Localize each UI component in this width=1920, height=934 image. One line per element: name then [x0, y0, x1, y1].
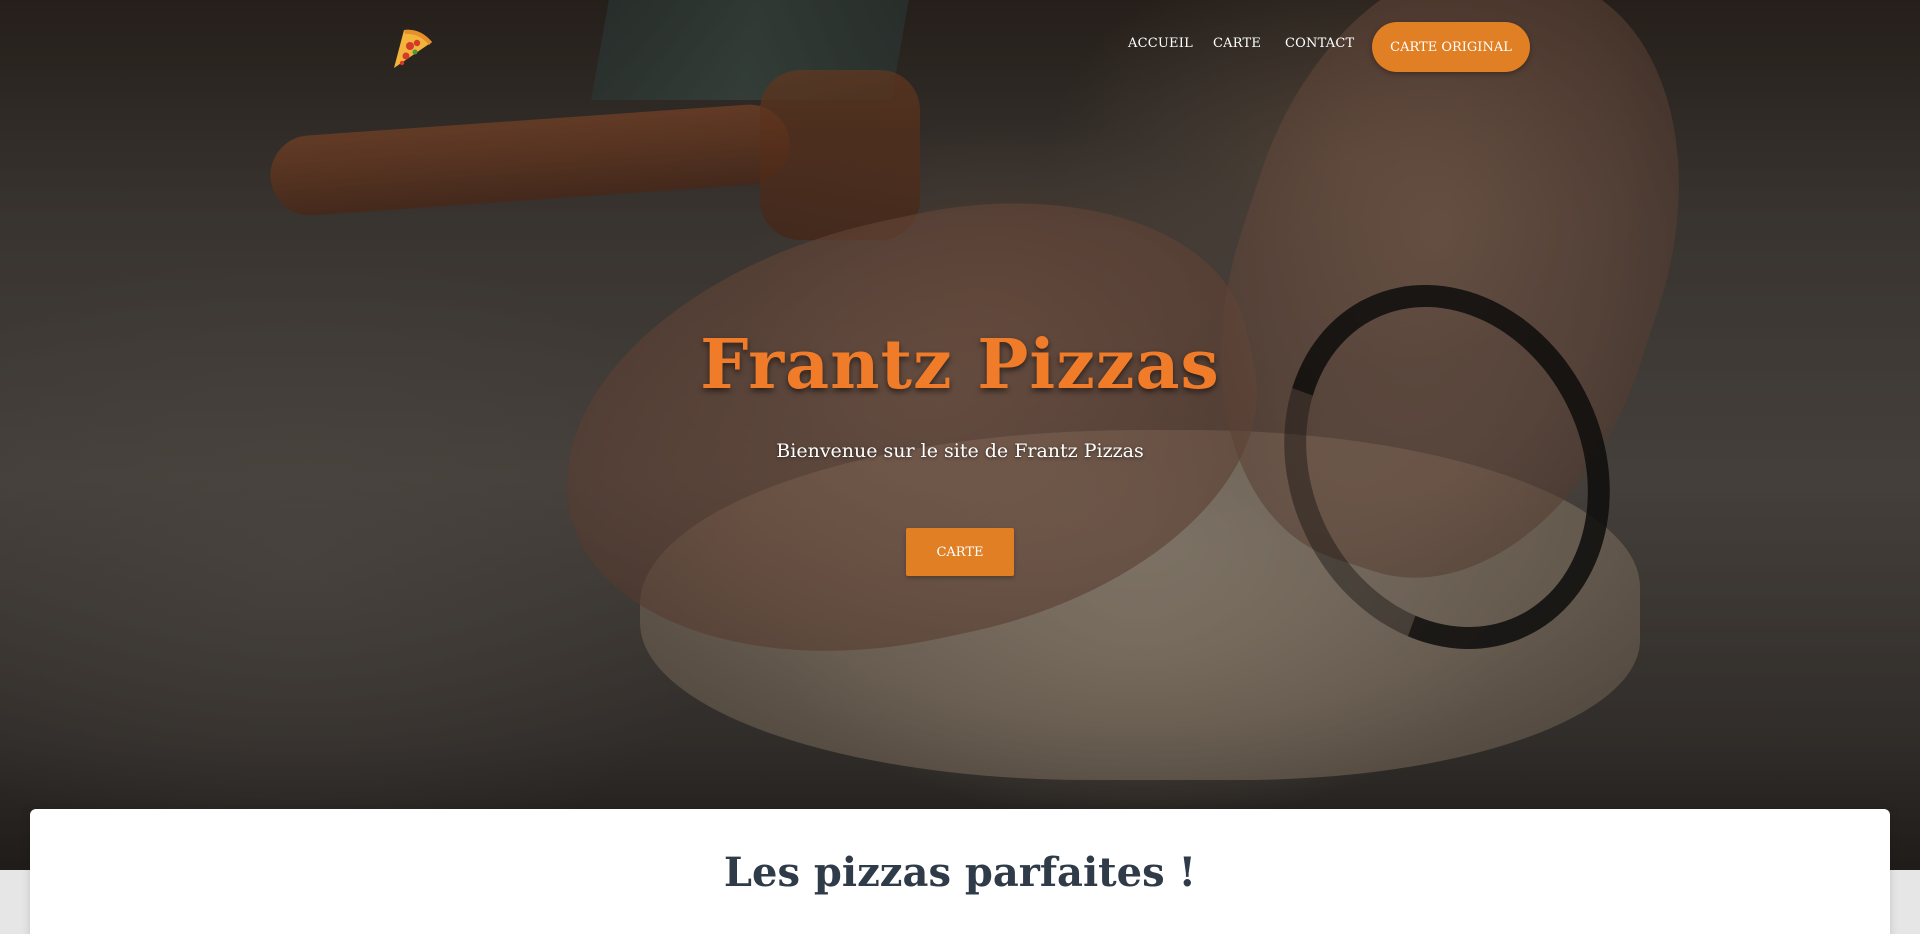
- page: ACCUEIL CARTE CONTACT CARTE ORIGINAL Fra…: [0, 0, 1920, 934]
- nav-link-carte[interactable]: CARTE: [1213, 36, 1261, 51]
- hero-title: Frantz Pizzas: [700, 325, 1220, 405]
- top-navigation: ACCUEIL CARTE CONTACT CARTE ORIGINAL: [0, 0, 1920, 95]
- pizza-slice-icon[interactable]: [386, 22, 438, 74]
- carte-original-button[interactable]: CARTE ORIGINAL: [1372, 22, 1530, 72]
- nav-link-accueil[interactable]: ACCUEIL: [1128, 36, 1193, 51]
- hero-carte-button[interactable]: CARTE: [906, 528, 1014, 576]
- nav-link-contact[interactable]: CONTACT: [1285, 36, 1354, 51]
- hero-subtitle: Bienvenue sur le site de Frantz Pizzas: [776, 440, 1144, 462]
- section-title: Les pizzas parfaites !: [723, 849, 1197, 896]
- content-card: Les pizzas parfaites !: [30, 809, 1890, 934]
- hero-content: Frantz Pizzas Bienvenue sur le site de F…: [0, 0, 1920, 870]
